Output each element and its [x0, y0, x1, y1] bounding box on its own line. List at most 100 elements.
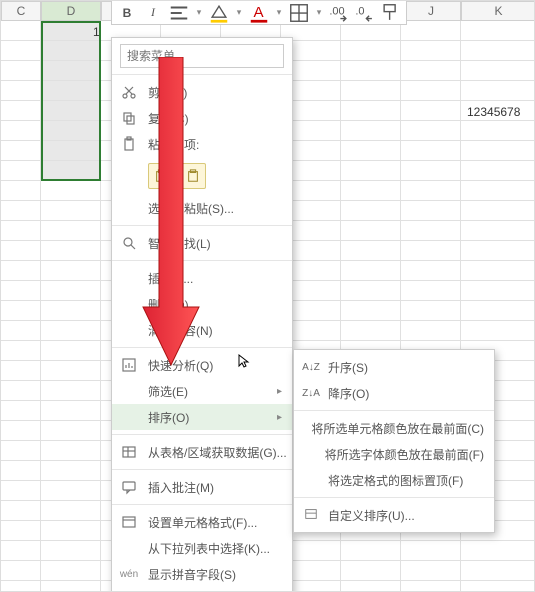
cell[interactable] [461, 201, 535, 221]
cell[interactable] [41, 321, 101, 341]
paste-button[interactable] [148, 163, 174, 189]
cell[interactable] [461, 161, 535, 181]
cell[interactable] [1, 321, 41, 341]
cell[interactable] [401, 281, 461, 301]
cell[interactable] [341, 201, 401, 221]
cell[interactable] [41, 561, 101, 581]
menu-define-name[interactable]: 定义名称(A)... [112, 587, 292, 592]
cell[interactable] [401, 101, 461, 121]
menu-insert[interactable]: 插入(I)... [112, 265, 292, 291]
cell[interactable] [461, 41, 535, 61]
paste-values-button[interactable] [180, 163, 206, 189]
menu-paste-special[interactable]: 选择性粘贴(S)... [112, 195, 292, 221]
cell[interactable] [401, 61, 461, 81]
cell[interactable] [41, 481, 101, 501]
col-header-d[interactable]: D [41, 1, 101, 21]
menu-comment[interactable]: 插入批注(M) [112, 474, 292, 500]
cell[interactable] [461, 61, 535, 81]
cell[interactable] [41, 121, 101, 141]
cell[interactable] [461, 181, 535, 201]
cell[interactable] [41, 381, 101, 401]
cell[interactable] [461, 141, 535, 161]
submenu-custom-sort[interactable]: 自定义排序(U)... [294, 502, 494, 528]
cell[interactable] [1, 61, 41, 81]
cell[interactable] [41, 401, 101, 421]
menu-smart-lookup[interactable]: 智能查找(L) [112, 230, 292, 256]
cell[interactable] [341, 261, 401, 281]
cell[interactable] [1, 361, 41, 381]
cell[interactable] [341, 321, 401, 341]
cell[interactable] [1, 201, 41, 221]
bold-button[interactable]: B [116, 3, 138, 23]
menu-copy[interactable]: 复制(C) [112, 105, 292, 131]
cell[interactable] [341, 561, 401, 581]
cell[interactable] [401, 81, 461, 101]
cell[interactable] [1, 181, 41, 201]
cell[interactable] [341, 141, 401, 161]
menu-format-cells[interactable]: 设置单元格格式(F)... [112, 509, 292, 535]
col-header-j[interactable]: J [401, 1, 461, 21]
menu-delete[interactable]: 删除(D)... [112, 291, 292, 317]
cell[interactable] [341, 221, 401, 241]
cell[interactable] [1, 241, 41, 261]
cell[interactable] [401, 41, 461, 61]
submenu-font-color[interactable]: 将所选字体颜色放在最前面(F) [294, 441, 494, 467]
cell[interactable] [401, 161, 461, 181]
cell[interactable] [41, 501, 101, 521]
cell[interactable] [341, 41, 401, 61]
cell[interactable] [1, 461, 41, 481]
cell[interactable] [41, 341, 101, 361]
cell[interactable] [341, 121, 401, 141]
cell[interactable] [41, 241, 101, 261]
col-header-k[interactable]: K [461, 1, 535, 21]
cell[interactable] [1, 501, 41, 521]
menu-get-data[interactable]: 从表格/区域获取数据(G)... [112, 439, 292, 465]
increase-decimal-button[interactable]: .00 [328, 3, 350, 23]
cell[interactable] [41, 281, 101, 301]
cell[interactable] [401, 261, 461, 281]
submenu-icon-top[interactable]: 将选定格式的图标置顶(F) [294, 467, 494, 493]
font-color-button[interactable]: A [248, 3, 270, 23]
cell[interactable] [401, 21, 461, 41]
cell[interactable] [41, 301, 101, 321]
cell[interactable] [41, 81, 101, 101]
cell[interactable] [1, 541, 41, 561]
cell[interactable] [461, 561, 535, 581]
cell[interactable] [341, 61, 401, 81]
cell[interactable] [401, 201, 461, 221]
submenu-cell-color[interactable]: 将所选单元格颜色放在最前面(C) [294, 415, 494, 441]
cell[interactable] [341, 81, 401, 101]
cell[interactable] [1, 581, 41, 592]
menu-search-input[interactable] [120, 44, 284, 68]
cell[interactable] [41, 581, 101, 592]
cell[interactable] [1, 561, 41, 581]
cell[interactable] [401, 141, 461, 161]
cell[interactable] [1, 401, 41, 421]
cell[interactable] [401, 581, 461, 592]
cell[interactable] [341, 101, 401, 121]
cell[interactable] [1, 21, 41, 41]
dropdown-icon[interactable]: ▾ [314, 7, 324, 18]
cell[interactable] [41, 61, 101, 81]
cell[interactable] [1, 121, 41, 141]
cell[interactable] [41, 161, 101, 181]
borders-button[interactable] [288, 3, 310, 23]
cell[interactable] [341, 241, 401, 261]
cell[interactable] [1, 481, 41, 501]
submenu-sort-asc[interactable]: A↓Z 升序(S) [294, 354, 494, 380]
cell[interactable] [461, 281, 535, 301]
cell[interactable] [1, 141, 41, 161]
cell[interactable] [1, 521, 41, 541]
dropdown-icon[interactable]: ▾ [194, 7, 204, 18]
cell[interactable] [341, 181, 401, 201]
cell[interactable] [401, 541, 461, 561]
cell[interactable] [461, 81, 535, 101]
menu-filter[interactable]: 筛选(E) ▸ [112, 378, 292, 404]
cell[interactable] [1, 41, 41, 61]
cell[interactable] [401, 241, 461, 261]
decrease-decimal-button[interactable]: .0 [354, 3, 376, 23]
menu-clear[interactable]: 清除内容(N) [112, 317, 292, 343]
cell[interactable] [41, 101, 101, 121]
cell[interactable] [401, 321, 461, 341]
cell[interactable] [1, 281, 41, 301]
